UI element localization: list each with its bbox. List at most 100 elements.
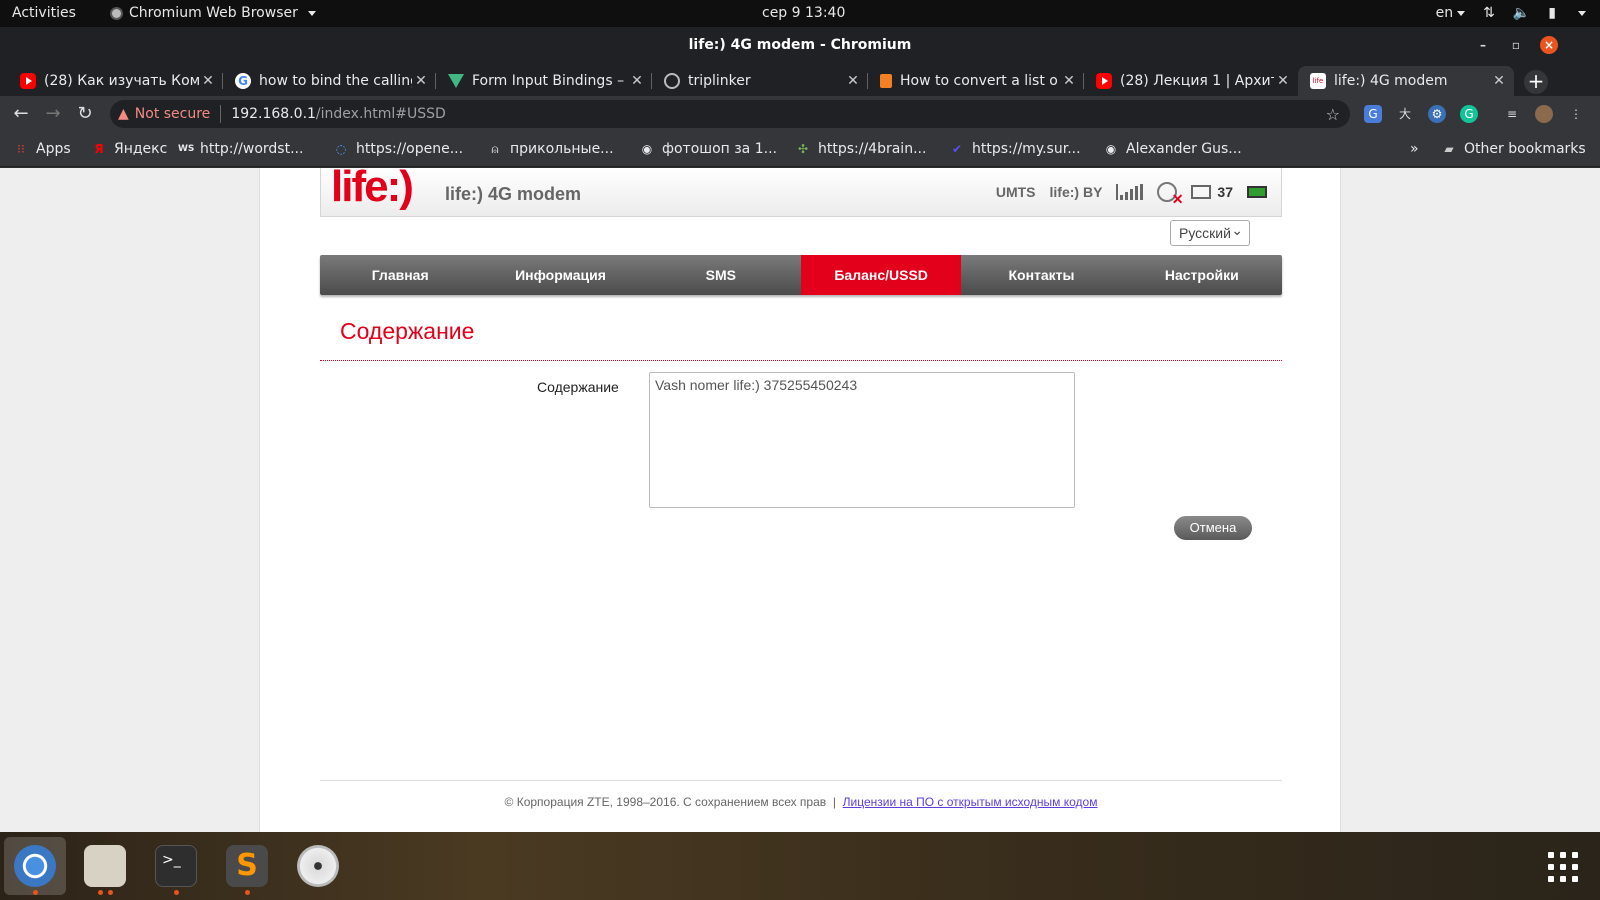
battery-icon	[1247, 186, 1267, 198]
bookmark-star-icon[interactable]: ☆	[1326, 105, 1340, 124]
clock[interactable]: сер 9 13:40	[762, 5, 845, 21]
security-label[interactable]: Not secure	[135, 106, 211, 122]
grammarly-icon[interactable]: G	[1460, 105, 1478, 123]
dock-chromium[interactable]	[4, 837, 66, 895]
content-label: Содержание	[537, 379, 619, 395]
slack-icon: ✣	[797, 142, 809, 156]
language-indicator[interactable]: en	[1436, 5, 1466, 21]
battery-icon[interactable]: ▮	[1548, 5, 1556, 21]
page-icon: ⍝	[491, 142, 499, 156]
bookmark-label: Apps	[36, 141, 71, 157]
bookmarks-overflow-button[interactable]: »	[1410, 141, 1419, 157]
menu-item-info[interactable]: Информация	[480, 255, 640, 295]
tab-strip: (28) Как изучать Комп ✕ G how to bind th…	[0, 62, 1600, 96]
menu-item-sms[interactable]: SMS	[641, 255, 801, 295]
reload-icon[interactable]: ↻	[74, 103, 96, 124]
status-bar: UMTS life:) BY 37	[995, 182, 1267, 208]
license-link[interactable]: Лицензии на ПО с открытым исходным кодом	[843, 795, 1098, 809]
tab-close-icon[interactable]: ✕	[1060, 73, 1078, 89]
tab-close-icon[interactable]: ✕	[1274, 73, 1292, 89]
other-bookmarks-label: Other bookmarks	[1464, 141, 1586, 157]
network-icon[interactable]: ⇅	[1483, 5, 1495, 21]
life-logo[interactable]: life:)	[331, 168, 414, 212]
browser-toolbar: ← → ↻ ▲ Not secure 192.168.0.1/index.htm…	[0, 96, 1600, 132]
avatar[interactable]	[1535, 105, 1553, 123]
tab[interactable]: (28) Лекция 1 | Архите ✕	[1084, 66, 1298, 96]
dock-terminal[interactable]: >_	[145, 837, 207, 895]
bookmark-label: https://opene...	[356, 141, 464, 157]
tab-title: triplinker	[688, 73, 751, 89]
tab[interactable]: G how to bind the calling ✕	[223, 66, 436, 96]
bookmark-item[interactable]: ✣ https://4brain...	[796, 141, 926, 157]
disc-icon	[297, 845, 339, 887]
page-viewport: life:) life:) 4G modem UMTS life:) BY 37…	[0, 168, 1600, 832]
app-menu[interactable]: Chromium Web Browser	[110, 5, 316, 21]
running-indicator	[108, 890, 113, 895]
more-menu-icon[interactable]: ⋮	[1567, 105, 1585, 123]
bookmark-item[interactable]: ⍝ прикольные...	[488, 141, 613, 157]
tab-close-icon[interactable]: ✕	[844, 73, 862, 89]
maximize-icon[interactable]: ▫	[1507, 36, 1525, 54]
bookmark-item[interactable]: ◉ Alexander Gus...	[1104, 141, 1242, 157]
bookmark-item[interactable]: ✔ https://my.sur...	[950, 141, 1081, 157]
tab[interactable]: Form Input Bindings – ✕	[436, 66, 652, 96]
forward-icon[interactable]: →	[42, 103, 64, 124]
show-applications-icon[interactable]	[1548, 852, 1578, 882]
tab[interactable]: triplinker ✕	[652, 66, 868, 96]
warning-icon[interactable]: ▲	[118, 106, 129, 122]
tab-close-icon[interactable]: ✕	[628, 73, 646, 89]
other-bookmarks[interactable]: ▰ Other bookmarks	[1442, 141, 1586, 157]
dock-files[interactable]	[74, 837, 136, 895]
dock-sublime[interactable]: S	[216, 837, 278, 895]
cancel-button[interactable]: Отмена	[1174, 516, 1252, 540]
new-tab-button[interactable]: +	[1524, 70, 1548, 94]
tab-active[interactable]: life life:) 4G modem ✕	[1298, 66, 1514, 96]
language-select[interactable]: Русский	[1170, 218, 1250, 246]
title-divider	[320, 360, 1282, 361]
tab[interactable]: How to convert a list o ✕	[868, 66, 1084, 96]
bookmark-item[interactable]: WS http://wordst...	[178, 141, 303, 157]
network-type: UMTS	[995, 184, 1036, 200]
minimize-icon[interactable]: –	[1474, 36, 1492, 54]
bookmark-label: Яндекс	[114, 141, 168, 157]
tab[interactable]: (28) Как изучать Комп ✕	[8, 66, 223, 96]
volume-icon[interactable]: 🔈	[1513, 5, 1530, 21]
tab-close-icon[interactable]: ✕	[412, 73, 430, 89]
back-icon[interactable]: ←	[10, 103, 32, 124]
system-menu-chevron-icon[interactable]	[1578, 10, 1586, 16]
tab-close-icon[interactable]: ✕	[199, 73, 217, 89]
messages-indicator[interactable]: 37	[1191, 184, 1233, 200]
activities-button[interactable]: Activities	[12, 5, 76, 21]
menu-item-settings[interactable]: Настройки	[1122, 255, 1282, 295]
dictionary-icon[interactable]: 大	[1396, 105, 1414, 123]
menu-item-contacts[interactable]: Контакты	[961, 255, 1121, 295]
youtube-icon	[1096, 73, 1112, 89]
bookmark-item[interactable]: ◉ фотошоп за 1...	[640, 141, 777, 157]
bookmark-item[interactable]: ◌ https://opene...	[334, 141, 463, 157]
vue-icon	[448, 74, 464, 88]
menu-item-home[interactable]: Главная	[320, 255, 480, 295]
copyright-text: © Корпорация ZTE, 1998–2016. С сохранени…	[504, 795, 827, 809]
bookmark-item[interactable]: Я Яндекс	[92, 141, 167, 157]
dock-disc[interactable]	[287, 837, 349, 895]
files-icon	[84, 845, 126, 887]
translate-icon[interactable]: G	[1364, 105, 1382, 123]
reading-list-icon[interactable]: ≡	[1503, 105, 1521, 123]
bookmarks-bar: ⁝⁝ Apps Я Яндекс WS http://wordst... ◌ h…	[0, 132, 1600, 167]
footer: © Корпорация ZTE, 1998–2016. С сохранени…	[320, 795, 1282, 809]
content-textarea[interactable]: Vash nomer life:) 375255450243	[649, 372, 1075, 508]
mail-icon	[1191, 185, 1212, 199]
check-icon: ✔	[951, 142, 963, 156]
bookmark-item[interactable]: ⁝⁝ Apps	[14, 141, 71, 157]
menu-item-balance-ussd[interactable]: Баланс/USSD	[800, 255, 962, 295]
main-menu: Главная Информация SMS Баланс/USSD Конта…	[320, 255, 1282, 295]
tab-close-icon[interactable]: ✕	[1490, 73, 1508, 89]
tab-title: Form Input Bindings –	[472, 73, 625, 89]
close-window-icon[interactable]: ×	[1540, 36, 1558, 54]
settings-extension-icon[interactable]: ⚙	[1428, 105, 1446, 123]
folder-icon: ▰	[1444, 142, 1454, 156]
address-bar[interactable]: ▲ Not secure 192.168.0.1/index.html#USSD…	[110, 100, 1350, 128]
chromium-icon	[110, 6, 123, 20]
system-top-bar: Activities Chromium Web Browser сер 9 13…	[0, 0, 1600, 27]
footer-divider	[320, 780, 1282, 781]
